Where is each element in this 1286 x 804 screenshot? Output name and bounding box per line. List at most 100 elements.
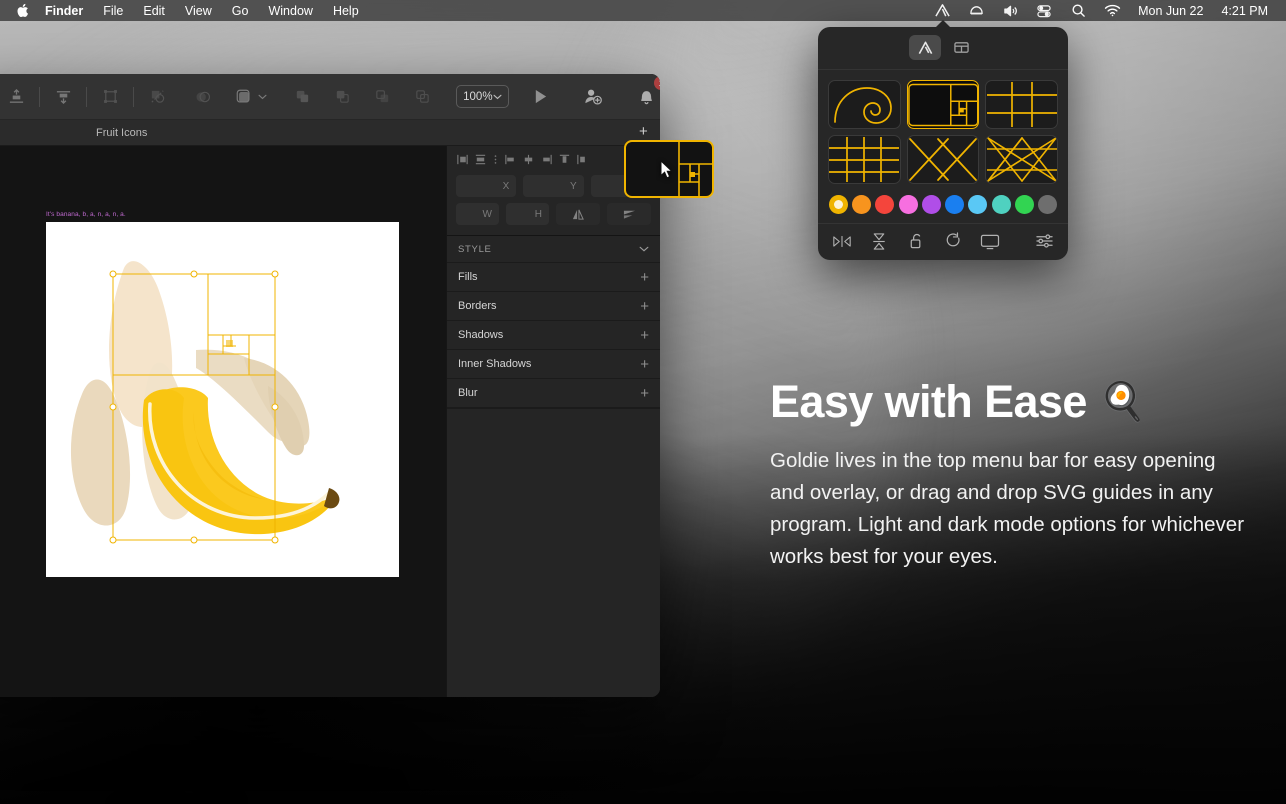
color-swatch-gold[interactable]	[829, 195, 848, 214]
color-swatch-red[interactable]	[875, 195, 895, 214]
artboard[interactable]	[46, 222, 399, 577]
boolean-icon[interactable]	[189, 82, 216, 112]
menu-help[interactable]: Help	[323, 2, 369, 20]
sliders-icon[interactable]	[1034, 230, 1054, 252]
color-swatch-blue[interactable]	[945, 195, 965, 214]
shape-tool-chevron-down-icon[interactable]	[257, 82, 268, 112]
overlay-diagonals[interactable]	[906, 135, 980, 184]
align-right-edge-icon[interactable]	[538, 149, 555, 169]
add-fill-button[interactable]: +	[640, 270, 649, 285]
width-field[interactable]: W	[456, 203, 499, 225]
difference-icon[interactable]	[402, 82, 442, 112]
property-row-inner-shadows[interactable]: Inner Shadows +	[447, 350, 660, 379]
style-collapse-chevron-down-icon	[639, 246, 649, 252]
align-center-icon[interactable]	[520, 149, 537, 169]
spotlight-search-icon[interactable]	[1061, 3, 1095, 18]
height-field[interactable]: H	[506, 203, 549, 225]
arrow-cursor	[660, 159, 674, 184]
align-top-icon[interactable]	[556, 149, 573, 169]
color-swatch-light-blue[interactable]	[968, 195, 988, 214]
add-border-button[interactable]: +	[640, 299, 649, 314]
wifi-icon[interactable]	[1095, 4, 1129, 17]
notification-count-badge: 1	[653, 75, 660, 90]
menu-file[interactable]: File	[93, 2, 133, 20]
y-field[interactable]: Y	[523, 175, 584, 197]
property-row-borders[interactable]: Borders +	[447, 292, 660, 321]
menu-view[interactable]: View	[175, 2, 222, 20]
menubar-date[interactable]: Mon Jun 22	[1129, 4, 1212, 18]
distribute-vertical-icon[interactable]	[0, 82, 36, 112]
shape-tool-icon[interactable]	[230, 82, 257, 112]
flip-horizontal-icon[interactable]	[832, 230, 852, 252]
document-tab-fruit-icons[interactable]: Fruit Icons	[96, 127, 147, 139]
align-bottom-edge-icon[interactable]	[574, 149, 591, 169]
menu-edit[interactable]: Edit	[133, 2, 175, 20]
more-options-icon[interactable]	[490, 153, 501, 166]
goldie-menubar-icon[interactable]	[925, 3, 959, 18]
zoom-chevron-down-icon	[493, 94, 502, 99]
menu-go[interactable]: Go	[222, 2, 259, 20]
color-swatch-pink[interactable]	[898, 195, 918, 214]
flip-horizontal-icon[interactable]	[556, 203, 600, 225]
frying-pan-emoji-icon: 🍳	[1098, 380, 1146, 423]
align-left-icon[interactable]	[454, 149, 471, 169]
subtract-icon[interactable]	[322, 82, 362, 112]
notifications-bell-icon[interactable]: 1	[633, 75, 660, 112]
tab-layout[interactable]	[945, 35, 977, 60]
present-play-icon[interactable]	[527, 82, 554, 112]
overlay-rule-of-thirds[interactable]	[985, 80, 1058, 129]
overlay-grid[interactable]	[828, 135, 901, 184]
color-swatch-gray[interactable]	[1037, 195, 1057, 214]
canvas-area[interactable]: It's banana, b, a, n, a, n, a.	[0, 146, 446, 697]
union-icon[interactable]	[282, 82, 322, 112]
control-center-icon[interactable]	[1027, 4, 1061, 18]
color-swatch-purple[interactable]	[921, 195, 941, 214]
flip-vertical-icon[interactable]	[607, 203, 651, 225]
align-left-edge-icon[interactable]	[502, 149, 519, 169]
add-inner-shadow-button[interactable]: +	[640, 357, 649, 372]
overlay-dynamic-symmetry[interactable]	[985, 135, 1058, 184]
menubar-time[interactable]: 4:21 PM	[1212, 4, 1277, 18]
add-shadow-button[interactable]: +	[640, 328, 649, 343]
goldie-color-swatches	[818, 192, 1068, 223]
layout-grid-icon	[953, 42, 969, 53]
x-field[interactable]: X	[456, 175, 517, 197]
property-label-borders: Borders	[458, 300, 497, 312]
align-center-horizontal-icon[interactable]	[472, 149, 489, 169]
size-row: W H	[447, 200, 660, 228]
zoom-level-selector[interactable]: 100%	[456, 85, 509, 108]
style-section-header[interactable]: STYLE	[447, 236, 660, 263]
toolbar-divider	[86, 86, 87, 107]
flip-vertical-icon[interactable]	[869, 230, 889, 252]
style-section-title: STYLE	[458, 243, 492, 255]
drag-add-badge: +	[639, 123, 648, 140]
add-blur-button[interactable]: +	[640, 386, 649, 401]
monitor-icon[interactable]	[980, 230, 1000, 252]
property-label-shadows: Shadows	[458, 329, 504, 341]
property-row-fills[interactable]: Fills +	[447, 263, 660, 292]
artboard-label[interactable]: It's banana, b, a, n, a, n, a.	[46, 211, 126, 218]
mask-icon[interactable]	[137, 82, 177, 112]
add-person-icon[interactable]	[580, 82, 607, 112]
unlock-icon[interactable]	[906, 230, 926, 252]
toolbar-divider	[39, 86, 40, 107]
property-row-blur[interactable]: Blur +	[447, 379, 660, 408]
airdrop-icon[interactable]	[959, 4, 993, 18]
property-label-fills: Fills	[458, 271, 478, 283]
apple-logo-icon[interactable]	[9, 3, 35, 18]
color-swatch-green[interactable]	[1014, 195, 1034, 214]
scale-icon[interactable]	[90, 82, 130, 112]
intersect-icon[interactable]	[362, 82, 402, 112]
volume-icon[interactable]	[993, 4, 1027, 18]
property-row-shadows[interactable]: Shadows +	[447, 321, 660, 350]
align-bottom-icon[interactable]	[43, 82, 83, 112]
overlay-golden-ratio[interactable]	[906, 80, 980, 129]
tab-overlays[interactable]	[909, 35, 941, 60]
color-swatch-orange[interactable]	[852, 195, 872, 214]
macos-menu-bar: Finder File Edit View Go Window Help Mon…	[0, 0, 1286, 21]
overlay-golden-spiral[interactable]	[828, 80, 901, 129]
color-swatch-teal[interactable]	[991, 195, 1011, 214]
menu-window[interactable]: Window	[258, 2, 322, 20]
rotate-clockwise-icon[interactable]	[943, 230, 963, 252]
menu-finder[interactable]: Finder	[35, 2, 93, 20]
